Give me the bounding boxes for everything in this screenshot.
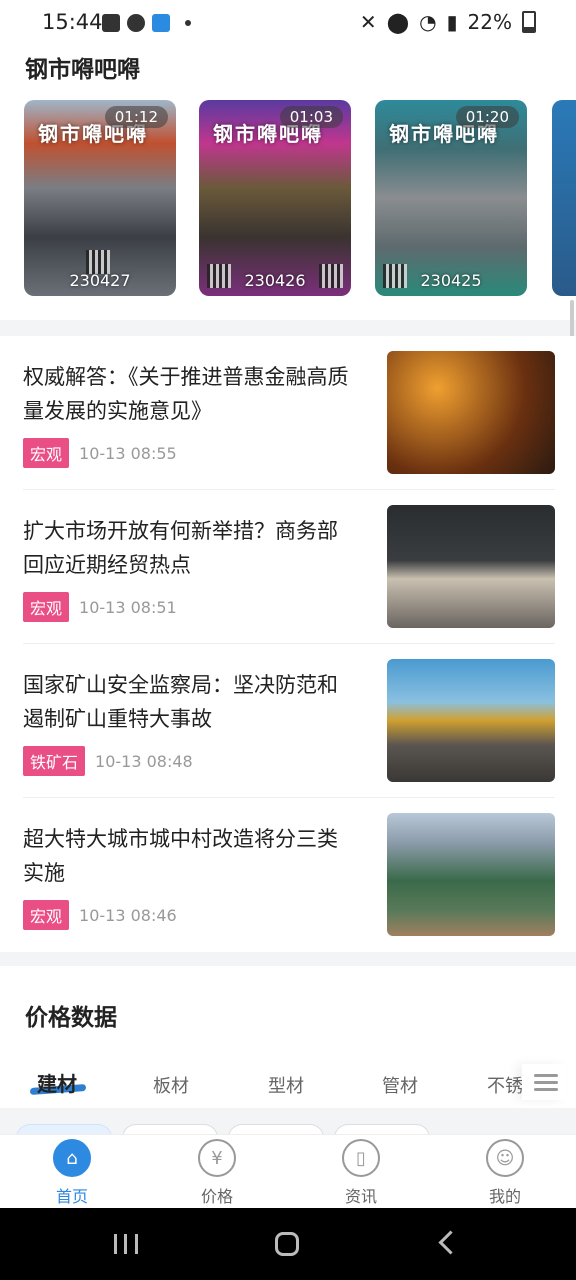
news-thumbnail (387, 351, 555, 474)
news-thumbnail (387, 813, 555, 936)
location-icon: ⬤ (386, 10, 410, 34)
video-date: 230425 (420, 271, 482, 290)
snowflake-icon (152, 14, 170, 32)
notification-icons (102, 14, 191, 32)
tab-buxiu[interactable]: 不锈 (487, 1072, 523, 1098)
nav-label: 首页 (55, 1187, 88, 1206)
tab-jiancai[interactable]: 建材 (37, 1068, 77, 1097)
video-card[interactable]: 钢市嘚吧嘚 01:20 230425 (375, 100, 527, 296)
video-section: 钢市嘚吧嘚 钢市嘚吧嘚 01:12 230427 钢市嘚吧嘚 01:03 230… (0, 38, 576, 320)
tab-guancai[interactable]: 管材 (382, 1072, 418, 1098)
tab-menu-icon[interactable] (522, 1064, 566, 1100)
gallery-icon (102, 14, 120, 32)
news-tag: 宏观 (23, 438, 70, 468)
status-time: 15:44 (42, 10, 103, 34)
news-time: 10-13 08:46 (79, 905, 177, 925)
news-tag: 铁矿石 (23, 746, 86, 776)
nav-price[interactable]: ¥ 价格 (177, 1139, 257, 1207)
nav-home[interactable]: ⌂ 首页 (32, 1139, 112, 1207)
yen-icon: ¥ (198, 1139, 236, 1177)
video-duration: 01:20 (455, 106, 519, 128)
news-tag: 宏观 (23, 592, 70, 622)
news-meta: 铁矿石 10-13 08:48 (23, 746, 193, 776)
news-list: 权威解答：《关于推进普惠金融高质量发展的实施意见》 宏观 10-13 08:55… (0, 336, 576, 952)
video-card[interactable]: 钢市嘚吧嘚 01:03 230426 (199, 100, 351, 296)
news-item[interactable]: 扩大市场开放有何新举措？商务部回应近期经贸热点 宏观 10-13 08:51 (0, 490, 576, 644)
video-duration: 01:03 (279, 106, 343, 128)
news-meta: 宏观 10-13 08:51 (23, 592, 177, 622)
user-icon: ☺ (486, 1139, 524, 1177)
video-date: 230426 (244, 271, 306, 290)
system-icons: ✕ ⬤ ◔ ▮ 22% (360, 10, 536, 34)
news-title: 国家矿山安全监察局：坚决防范和遏制矿山重特大事故 (23, 673, 338, 731)
price-section-title: 价格数据 (25, 1005, 117, 1031)
video-card[interactable]: 钢市嘚吧嘚 01:12 230427 (24, 100, 176, 296)
home-button-icon[interactable] (275, 1232, 299, 1256)
news-tag: 宏观 (23, 900, 70, 930)
news-meta: 宏观 10-13 08:55 (23, 438, 177, 468)
book-icon: ▯ (342, 1139, 380, 1177)
price-section: 价格数据 建材 板材 型材 管材 不锈 (0, 966, 576, 1149)
tab-bancai[interactable]: 板材 (153, 1072, 189, 1098)
video-duration: 01:12 (104, 106, 168, 128)
news-title: 超大特大城市城中村改造将分三类实施 (23, 827, 338, 885)
video-card-partial[interactable] (552, 100, 576, 296)
video-date: 230427 (69, 271, 131, 290)
nav-mine[interactable]: ☺ 我的 (465, 1139, 545, 1207)
news-title: 权威解答：《关于推进普惠金融高质量发展的实施意见》 (23, 365, 349, 423)
mute-icon: ✕ (359, 10, 377, 34)
system-navigation-bar (0, 1208, 576, 1280)
news-time: 10-13 08:48 (95, 751, 193, 771)
nav-label: 资讯 (344, 1187, 377, 1206)
nav-label: 价格 (200, 1187, 233, 1206)
home-icon: ⌂ (53, 1139, 91, 1177)
news-item[interactable]: 超大特大城市城中村改造将分三类实施 宏观 10-13 08:46 (0, 798, 576, 952)
signal-icon: ▮ (446, 10, 458, 34)
battery-icon (522, 11, 536, 33)
news-time: 10-13 08:55 (79, 443, 177, 463)
video-thumbnail (552, 100, 576, 296)
wifi-icon: ◔ (419, 10, 437, 34)
news-thumbnail (387, 505, 555, 628)
news-meta: 宏观 10-13 08:46 (23, 900, 177, 930)
cloud-icon (127, 14, 145, 32)
bottom-navigation: ⌂ 首页 ¥ 价格 ▯ 资讯 ☺ 我的 (0, 1134, 576, 1209)
nav-news[interactable]: ▯ 资讯 (321, 1139, 401, 1207)
battery-label: 22% (467, 10, 512, 34)
back-icon[interactable] (438, 1230, 463, 1255)
news-thumbnail (387, 659, 555, 782)
video-section-title: 钢市嘚吧嘚 (25, 57, 140, 83)
recents-icon[interactable] (114, 1234, 138, 1254)
tab-xingcai[interactable]: 型材 (268, 1072, 304, 1098)
news-item[interactable]: 国家矿山安全监察局：坚决防范和遏制矿山重特大事故 铁矿石 10-13 08:48 (0, 644, 576, 798)
more-dot-icon (185, 20, 191, 26)
news-time: 10-13 08:51 (79, 597, 177, 617)
nav-label: 我的 (488, 1187, 521, 1206)
news-item[interactable]: 权威解答：《关于推进普惠金融高质量发展的实施意见》 宏观 10-13 08:55 (0, 336, 576, 490)
news-title: 扩大市场开放有何新举措？商务部回应近期经贸热点 (23, 519, 338, 577)
